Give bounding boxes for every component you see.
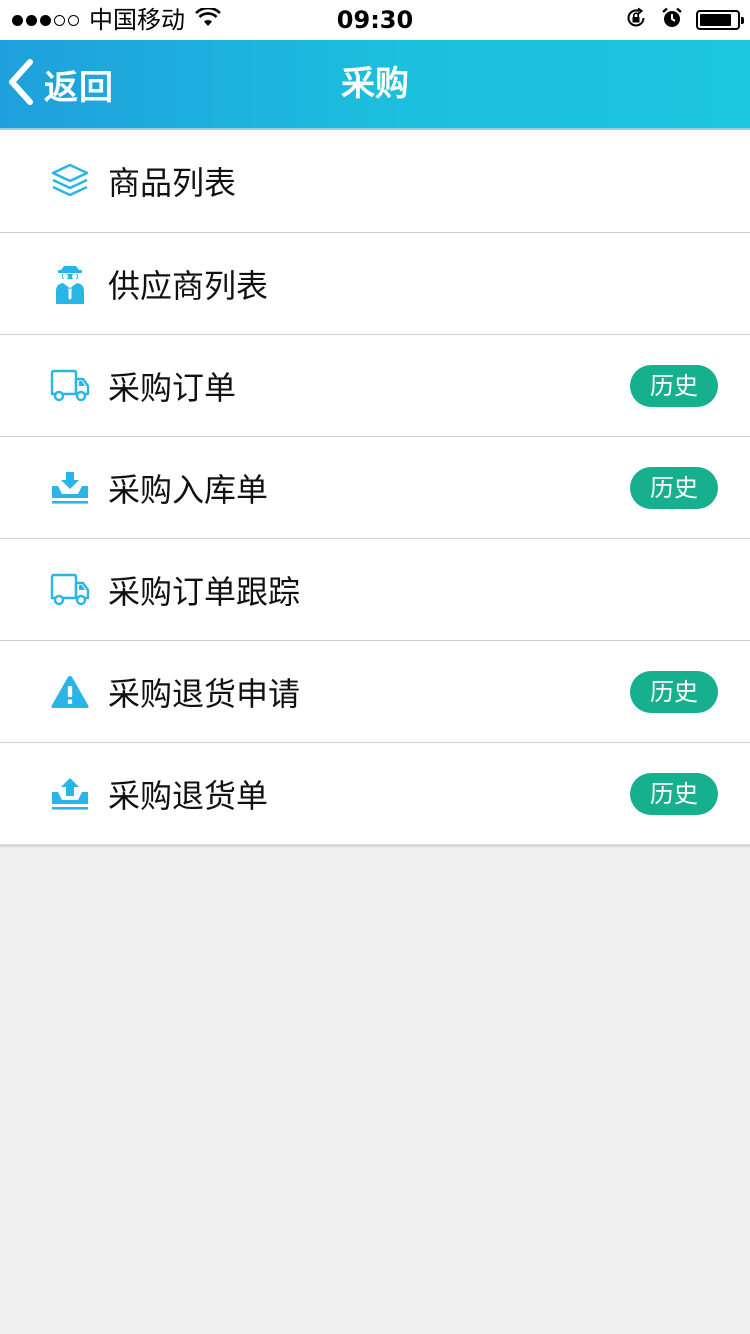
- truck-icon: [50, 570, 90, 610]
- menu-item-purchase-receipt[interactable]: 采购入库单 历史: [0, 436, 750, 538]
- battery-level: [700, 14, 731, 26]
- menu-item-label: 采购入库单: [108, 470, 269, 509]
- chevron-left-icon: [0, 58, 36, 110]
- back-button[interactable]: 返回: [0, 40, 140, 128]
- menu-item-label: 采购订单: [108, 368, 237, 407]
- menu-item-label: 采购退货申请: [108, 674, 301, 713]
- status-bar: 中国移动 09:30: [0, 0, 750, 40]
- truck-icon: [50, 366, 90, 406]
- menu-item-product-list[interactable]: 商品列表: [0, 130, 750, 232]
- menu-item-order-tracking[interactable]: 采购订单跟踪: [0, 538, 750, 640]
- alarm-icon: [660, 6, 684, 34]
- menu-item-supplier-list[interactable]: 供应商列表: [0, 232, 750, 334]
- warning-icon: [50, 672, 90, 712]
- menu-item-return-request[interactable]: 采购退货申请 历史: [0, 640, 750, 742]
- layers-icon: [50, 161, 90, 201]
- menu-list: 商品列表 供应商列表 采购订单 历史 采购入库单 历史 采购订单跟踪 采购退货申…: [0, 130, 750, 847]
- agent-icon: [50, 264, 90, 304]
- nav-bar: 返回 采购: [0, 40, 750, 130]
- history-button[interactable]: 历史: [630, 772, 718, 815]
- menu-item-purchase-order[interactable]: 采购订单 历史: [0, 334, 750, 436]
- inbox-upload-icon: [50, 774, 90, 814]
- inbox-download-icon: [50, 468, 90, 508]
- history-button[interactable]: 历史: [630, 364, 718, 407]
- history-button[interactable]: 历史: [630, 466, 718, 509]
- menu-item-label: 商品列表: [108, 164, 237, 202]
- history-button[interactable]: 历史: [630, 670, 718, 713]
- back-label: 返回: [44, 67, 114, 108]
- menu-item-label: 采购退货单: [108, 776, 269, 815]
- status-right: [624, 0, 744, 40]
- menu-item-return-order[interactable]: 采购退货单 历史: [0, 742, 750, 844]
- menu-item-label: 采购订单跟踪: [108, 572, 301, 611]
- menu-item-label: 供应商列表: [108, 266, 269, 305]
- battery-icon: [696, 10, 744, 30]
- orientation-lock-icon: [624, 6, 648, 34]
- page: 中国移动 09:30 返回 采购 商品列表 供应商列表 采购订单 历史 采购入库…: [0, 0, 750, 1334]
